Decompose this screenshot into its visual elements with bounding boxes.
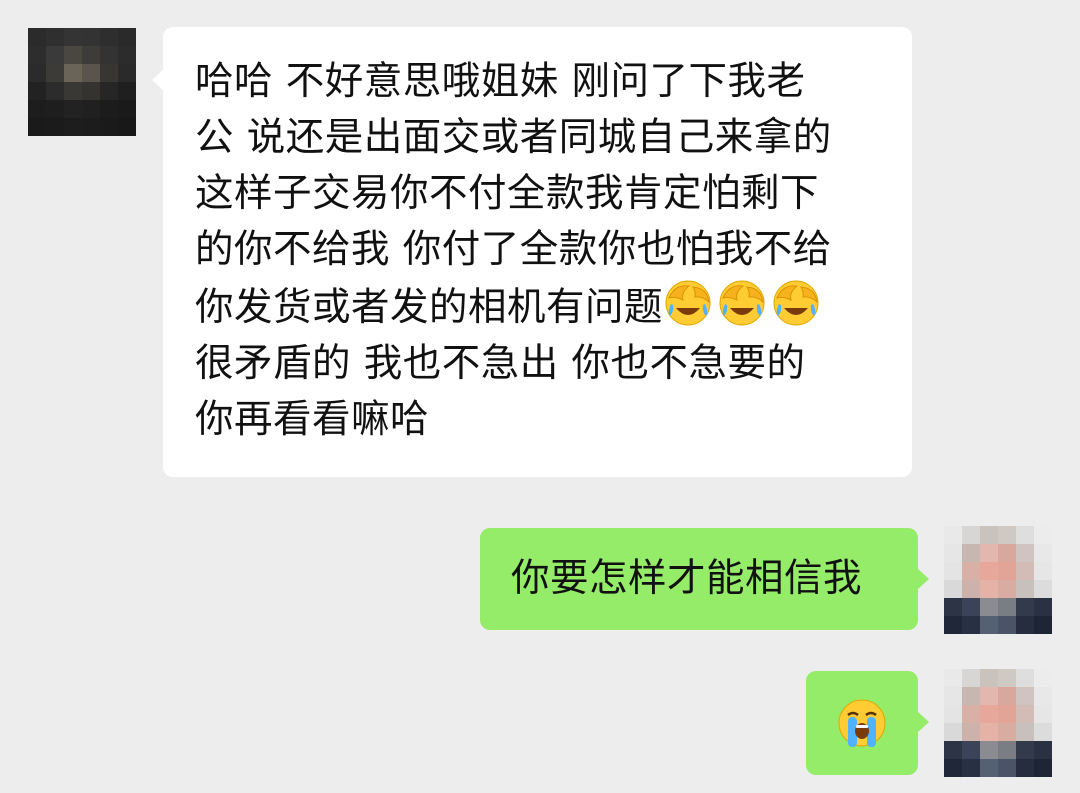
message-line: 的你不给我 你付了全款你也怕我不给 (195, 227, 832, 272)
facepalm-laugh-cry-emoji-icon (665, 280, 711, 326)
message-line: 公 说还是出面交或者同城自己来拿的 (195, 115, 832, 160)
message-text: 你要怎样才能相信我 (511, 556, 863, 601)
message-line: 很矛盾的 我也不急出 你也不急要的 (195, 341, 806, 386)
message-line: 你再看看嘛哈 (195, 397, 430, 442)
message-line-text: 你发货或者发的相机有问题 (195, 285, 664, 330)
bubble-tail (917, 568, 929, 590)
facepalm-laugh-cry-emoji-icon (773, 280, 819, 326)
loudly-crying-face-emoji-icon (838, 699, 886, 747)
bubble-tail (917, 711, 929, 733)
incoming-message-bubble[interactable]: 哈哈 不好意思哦姐妹 刚问了下我老 公 说还是出面交或者同城自己来拿的 这样子交… (152, 27, 912, 477)
bubble-tail (152, 69, 164, 91)
outgoing-message-bubble[interactable]: 你要怎样才能相信我 (480, 528, 929, 630)
message-text: 哈哈 不好意思哦姐妹 刚问了下我老 公 说还是出面交或者同城自己来拿的 这样子交… (195, 54, 832, 448)
message-line: 哈哈 不好意思哦姐妹 刚问了下我老 (195, 59, 806, 104)
chat-screen: { "chat": { "colors": { "background": "#… (0, 0, 1080, 793)
contact-avatar[interactable] (28, 28, 136, 136)
self-avatar[interactable] (944, 669, 1052, 777)
self-avatar[interactable] (944, 526, 1052, 634)
message-line: 这样子交易你不付全款我肯定怕剩下 (195, 171, 820, 216)
facepalm-laugh-cry-emoji-icon (719, 280, 765, 326)
outgoing-emoji-bubble[interactable] (806, 671, 929, 775)
message-line-with-emojis: 你发货或者发的相机有问题 (195, 278, 832, 336)
